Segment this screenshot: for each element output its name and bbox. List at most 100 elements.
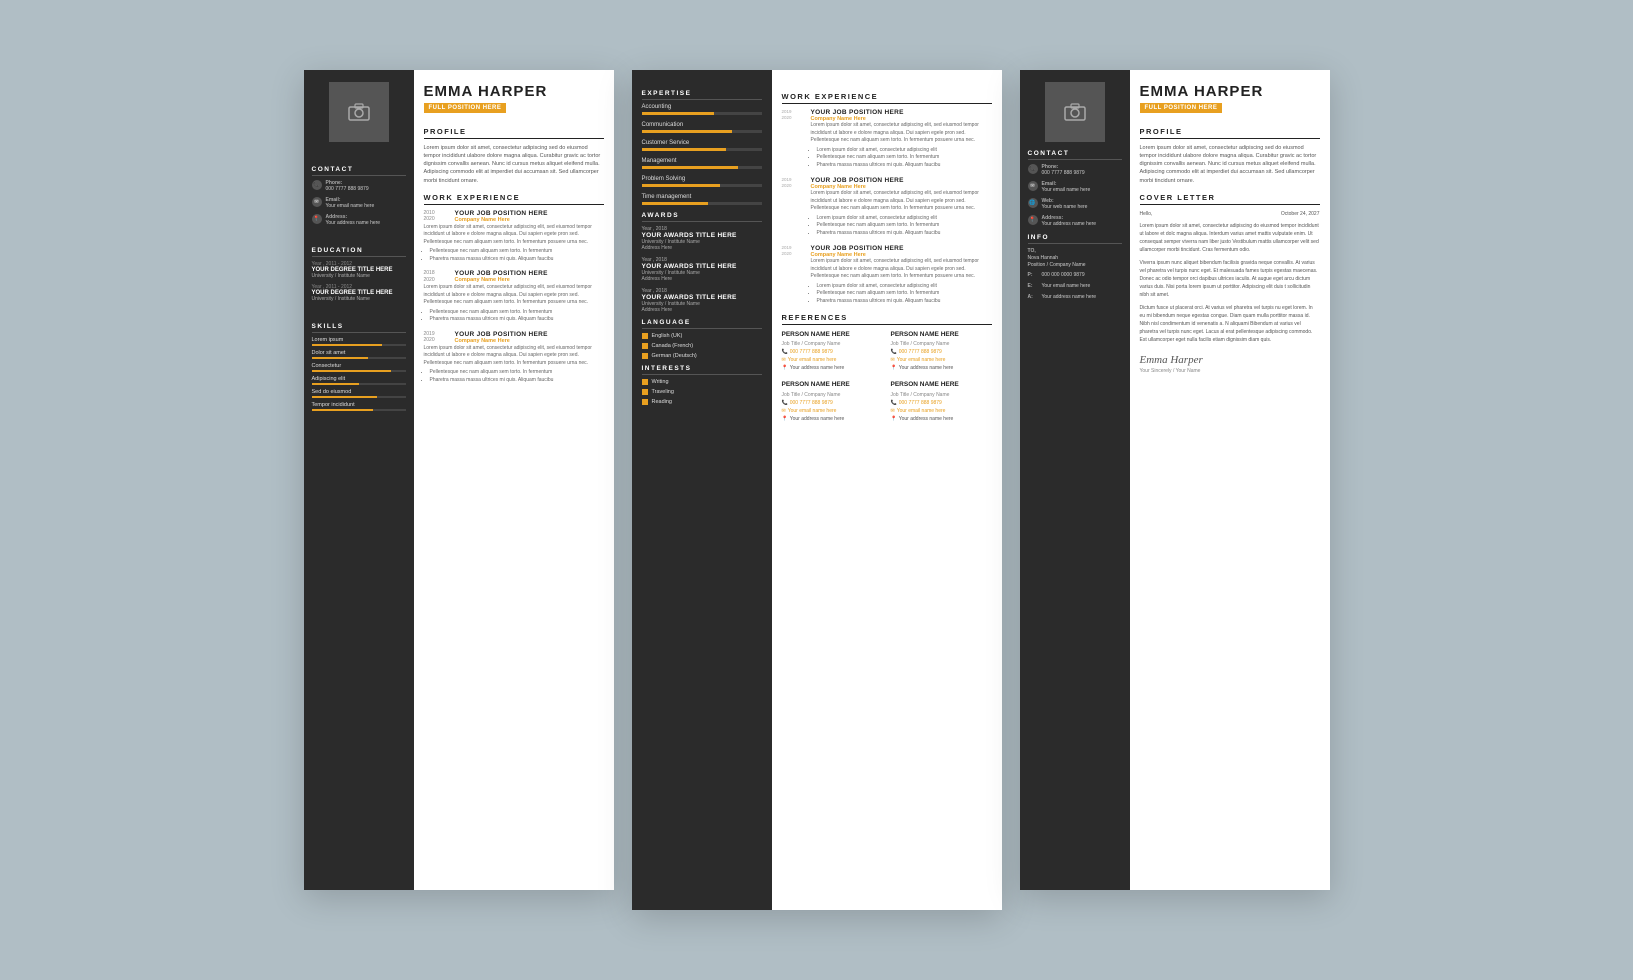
cover-position: FULL POSITION HERE [1140,103,1223,113]
cover-contact-phone: 📞 Phone: 000 7777 888 9879 [1028,164,1122,177]
skill-6: Tempor incididunt [312,402,406,411]
cover-main: EMMA HARPER FULL POSITION HERE PROFILE L… [1130,70,1330,890]
info-email: E: Your email name here [1028,283,1122,290]
interest-dot-1 [642,379,648,385]
interests-title: INTERESTS [642,365,762,375]
info-address: A: Your address name here [1028,294,1122,301]
awards-2: Year , 2018 YOUR AWARDS TITLE HERE Unive… [642,257,762,282]
contact-email-left: ✉ Email: Your email name here [312,197,406,210]
interest-2: Traveling [642,389,762,395]
interest-dot-2 [642,389,648,395]
page-container: CONTACT 📞 Phone: 000 7777 888 9879 ✉ Ema… [264,10,1370,970]
edu-item-1: Year , 2011 - 2012 YOUR DEGREE TITLE HER… [312,261,406,279]
expertise-4: Management [642,158,762,169]
signature-text: Emma Harper [1140,354,1320,366]
contact-title-cover: CONTACT [1028,150,1122,160]
lang-2: Canada (French) [642,343,762,349]
middle-card: EXPERTISE Accounting Communication Custo… [632,70,1002,910]
cover-profile-text: Lorem ipsum dolor sit amet, consectetur … [1140,144,1320,185]
middle-sidebar: EXPERTISE Accounting Communication Custo… [632,70,772,910]
interest-dot-3 [642,399,648,405]
contact-address-left: 📍 Address: Your address name here [312,214,406,227]
cover-body-1: Lorem ipsum dolor sit amet, consectetur … [1140,222,1320,254]
skill-3: Consectetur [312,363,406,372]
skills-title-left: SKILLS [312,323,406,333]
avatar-left [329,82,389,142]
work-middle-2: 2019 2020 YOUR JOB POSITION HERE Company… [782,177,992,237]
phone-icon-left: 📞 [312,180,322,190]
work-item-left-2: 2018 2020 YOUR JOB POSITION HERE Company… [424,270,604,324]
contact-section-left: CONTACT 📞 Phone: 000 7777 888 9879 ✉ Ema… [312,160,406,231]
cover-sidebar: CONTACT 📞 Phone: 000 7777 888 9879 ✉ Ema… [1020,70,1130,890]
cover-greeting: Hello, October 24, 2027 [1140,210,1320,218]
lang-dot-3 [642,353,648,359]
resume-name-left: EMMA HARPER [424,84,604,101]
work-item-left-3: 2019 2020 YOUR JOB POSITION HERE Company… [424,331,604,385]
education-title-left: EDUCATION [312,247,406,257]
interest-3: Reading [642,399,762,405]
skill-1: Lorem ipsum [312,337,406,346]
references-section-title: REFERENCES [782,313,992,325]
closing-text: Your Sincerely / Your Name [1140,368,1320,374]
address-icon-cover: 📍 [1028,215,1038,225]
work-middle-3: 2019 2020 YOUR JOB POSITION HERE Company… [782,245,992,305]
education-section-left: EDUCATION Year , 2011 - 2012 YOUR DEGREE… [312,241,406,307]
resume-main-left: EMMA HARPER FULL POSITION HERE PROFILE L… [414,70,614,890]
skills-section-left: SKILLS Lorem ipsum Dolor sit amet Consec… [312,317,406,415]
work-section-title-left: WORK EXPERIENCE [424,193,604,205]
awards-3: Year , 2018 YOUR AWARDS TITLE HERE Unive… [642,288,762,313]
phone-icon-cover: 📞 [1028,164,1038,174]
interest-1: Writing [642,379,762,385]
signature-area: Emma Harper Your Sincerely / Your Name [1140,354,1320,374]
cover-body-2: Viverra ipsum nunc aliquet bibendum faci… [1140,259,1320,299]
ref-3: PERSON NAME HERE Job Title / Company Nam… [782,380,883,422]
edu-item-2: Year , 2011 - 2012 YOUR DEGREE TITLE HER… [312,284,406,302]
address-icon-left: 📍 [312,214,322,224]
contact-phone-left: 📞 Phone: 000 7777 888 9879 [312,180,406,193]
ref-4: PERSON NAME HERE Job Title / Company Nam… [891,380,992,422]
contact-section-cover: CONTACT 📞 Phone: 000 7777 888 9879 ✉ Ema… [1028,150,1122,228]
middle-main: WORK EXPERIENCE 2019 2020 YOUR JOB POSIT… [772,70,1002,910]
references-grid: PERSON NAME HERE Job Title / Company Nam… [782,330,992,423]
info-title: INFO [1028,234,1122,244]
expertise-6: Time management [642,194,762,205]
cover-contact-address: 📍 Address: Your address name here [1028,215,1122,228]
cover-contact-web: 🌐 Web: Your web name here [1028,198,1122,211]
cover-name: EMMA HARPER [1140,84,1320,101]
resume-position-left: FULL POSITION HERE [424,103,507,113]
awards-1: Year , 2018 YOUR AWARDS TITLE HERE Unive… [642,226,762,251]
expertise-1: Accounting [642,104,762,115]
web-icon-cover: 🌐 [1028,198,1038,208]
lang-1: English (UK) [642,333,762,339]
resume-sidebar-left: CONTACT 📞 Phone: 000 7777 888 9879 ✉ Ema… [304,70,414,890]
cover-letter-body: Hello, October 24, 2027 Lorem ipsum dolo… [1140,210,1320,344]
cover-card: CONTACT 📞 Phone: 000 7777 888 9879 ✉ Ema… [1020,70,1330,890]
work-section-title-middle: WORK EXPERIENCE [782,92,992,104]
cover-contact-email: ✉ Email: Your email name here [1028,181,1122,194]
info-phone: P: 000 000 0000 9879 [1028,272,1122,279]
skill-2: Dolor sit amet [312,350,406,359]
profile-section-title-left: PROFILE [424,127,604,139]
ref-2: PERSON NAME HERE Job Title / Company Nam… [891,330,992,372]
resume-card-left: CONTACT 📞 Phone: 000 7777 888 9879 ✉ Ema… [304,70,614,890]
expertise-3: Customer Service [642,140,762,151]
contact-title-left: CONTACT [312,166,406,176]
cover-body-3: Dictum fusce ut placerat orci. At varius… [1140,304,1320,344]
skill-4: Adipiscing elit [312,376,406,385]
lang-dot-2 [642,343,648,349]
lang-3: German (Deutsch) [642,353,762,359]
cover-letter-title: COVER LETTER [1140,193,1320,205]
ref-1: PERSON NAME HERE Job Title / Company Nam… [782,330,883,372]
expertise-title: EXPERTISE [642,90,762,100]
email-icon-left: ✉ [312,197,322,207]
info-section: INFO TO, Nova Hannah Position / Company … [1028,234,1122,301]
email-icon-cover: ✉ [1028,181,1038,191]
work-middle-1: 2019 2020 YOUR JOB POSITION HERE Company… [782,109,992,169]
language-title: LANGUAGE [642,319,762,329]
expertise-5: Problem Solving [642,176,762,187]
expertise-2: Communication [642,122,762,133]
awards-title: AWARDS [642,212,762,222]
lang-dot-1 [642,333,648,339]
work-item-left-1: 2010 2020 YOUR JOB POSITION HERE Company… [424,210,604,264]
profile-text-left: Lorem ipsum dolor sit amet, consectetur … [424,144,604,185]
